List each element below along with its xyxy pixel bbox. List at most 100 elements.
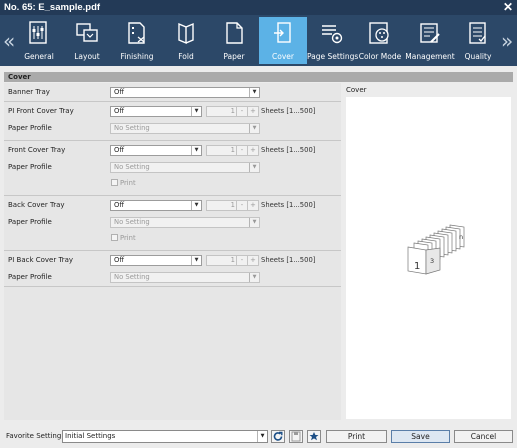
back-cover-select[interactable]: Off ▼ [110,200,202,211]
chevron-down-icon: ▼ [257,431,267,442]
front-paper-profile-select[interactable]: No Setting ▼ [110,162,260,173]
tab-page-settings-label: Page Settings [307,52,359,61]
pi-back-paper-profile-select[interactable]: No Setting ▼ [110,272,260,283]
plus-button[interactable]: + [247,201,258,210]
refresh-icon [273,431,283,441]
tab-color-mode[interactable]: Color Mode [357,17,403,64]
chevron-down-icon: ▼ [249,124,259,133]
prev-arrow-icon[interactable]: « [3,29,15,53]
third-page-label: 3 [430,257,434,265]
pi-front-paper-profile-value: No Setting [114,124,150,132]
fold-icon [178,22,194,45]
preview-title: Cover [346,86,367,94]
tab-layout-label: Layout [74,52,100,61]
page-settings-icon [322,25,343,44]
finishing-icon [128,22,145,44]
back-paper-profile-select[interactable]: No Setting ▼ [110,217,260,228]
page-stack-illustration: n 3 1 [407,224,465,275]
pi-back-cover-value: Off [114,256,125,264]
tab-general[interactable]: General [15,17,63,64]
floppy-disk-icon [291,431,301,442]
pi-front-paper-profile-label: Paper Profile [8,124,52,132]
banner-tray-select[interactable]: Off ▼ [110,87,260,98]
pi-front-sheets-range: Sheets [1...500] [261,107,316,115]
front-cover-select[interactable]: Off ▼ [110,145,202,156]
tab-general-label: General [24,52,54,61]
window-title: No. 65: E_sample.pdf [4,2,101,13]
minus-button[interactable]: - [236,256,247,265]
save-button[interactable]: Save [391,430,450,443]
tab-cover-label: Cover [272,52,294,61]
checkbox-box [111,234,118,241]
tab-management[interactable]: Management [403,17,457,64]
tab-page-settings[interactable]: Page Settings [307,17,359,64]
tab-finishing[interactable]: Finishing [111,17,163,64]
pi-front-cover-select[interactable]: Off ▼ [110,106,202,117]
front-print-label: Print [120,179,136,187]
tab-finishing-label: Finishing [120,52,154,61]
favorite-star-button[interactable] [307,430,321,443]
close-icon[interactable]: ✕ [503,0,513,15]
window-titlebar: No. 65: E_sample.pdf ✕ [0,0,517,15]
chevron-down-icon: ▼ [191,201,201,210]
tab-quality[interactable]: Quality [457,17,499,64]
front-cover-value: Off [114,146,125,154]
front-print-checkbox[interactable]: Print [111,179,136,187]
minus-button[interactable]: - [236,201,247,210]
last-page-label: n [459,233,463,241]
cancel-button[interactable]: Cancel [454,430,513,443]
toolbar: « General Layout Finishing Fold Paper Co… [0,15,517,66]
banner-tray-label: Banner Tray [8,88,50,96]
back-paper-profile-value: No Setting [114,218,150,226]
favorite-setting-label: Favorite Setting [6,432,62,440]
pi-front-sheets-stepper[interactable]: 1 - + [206,106,259,117]
back-cover-label: Back Cover Tray [8,201,65,209]
tab-quality-label: Quality [464,52,492,61]
pi-back-paper-profile-value: No Setting [114,273,150,281]
chevron-down-icon: ▼ [249,163,259,172]
chevron-down-icon: ▼ [249,273,259,282]
front-sheets-value: 1 [230,146,235,154]
pi-back-cover-select[interactable]: Off ▼ [110,255,202,266]
pi-front-sheets-value: 1 [230,107,235,115]
back-sheets-range: Sheets [1...500] [261,201,316,209]
back-paper-profile-label: Paper Profile [8,218,52,226]
color-mode-icon [369,22,389,44]
front-cover-label: Front Cover Tray [8,146,66,154]
back-cover-group: Back Cover Tray Off ▼ 1 - + Sheets [1...… [4,195,341,247]
back-print-label: Print [120,234,136,242]
minus-button[interactable]: - [236,107,247,116]
tab-cover[interactable]: Cover [259,17,307,64]
tab-management-label: Management [405,52,455,61]
pi-front-paper-profile-select[interactable]: No Setting ▼ [110,123,260,134]
management-icon [420,23,440,43]
pi-front-cover-group: PI Front Cover Tray Off ▼ 1 - + Sheets [… [4,101,341,137]
save-favorite-button[interactable] [289,430,303,443]
tab-fold[interactable]: Fold [163,17,209,64]
back-sheets-value: 1 [230,201,235,209]
first-page-label: 1 [414,261,420,272]
plus-button[interactable]: + [247,256,258,265]
refresh-button[interactable] [271,430,285,443]
plus-button[interactable]: + [247,107,258,116]
minus-button[interactable]: - [236,146,247,155]
tab-paper-label: Paper [223,52,245,61]
back-sheets-stepper[interactable]: 1 - + [206,200,259,211]
pi-back-sheets-stepper[interactable]: 1 - + [206,255,259,266]
front-paper-profile-value: No Setting [114,163,150,171]
pi-front-cover-value: Off [114,107,125,115]
pi-back-sheets-range: Sheets [1...500] [261,256,316,264]
print-button[interactable]: Print [326,430,387,443]
pi-back-sheets-value: 1 [230,256,235,264]
banner-tray-value: Off [114,88,125,96]
favorite-setting-select[interactable]: Initial Settings ▼ [62,430,268,443]
cover-settings-panel: Banner Tray Off ▼ PI Front Cover Tray Of… [4,83,341,420]
next-arrow-icon[interactable]: » [501,29,513,53]
tab-layout[interactable]: Layout [63,17,111,64]
back-print-checkbox[interactable]: Print [111,234,136,242]
chevron-down-icon: ▼ [249,88,259,97]
plus-button[interactable]: + [247,146,258,155]
front-sheets-stepper[interactable]: 1 - + [206,145,259,156]
tab-paper[interactable]: Paper [209,17,259,64]
section-header-cover: Cover [4,72,513,82]
